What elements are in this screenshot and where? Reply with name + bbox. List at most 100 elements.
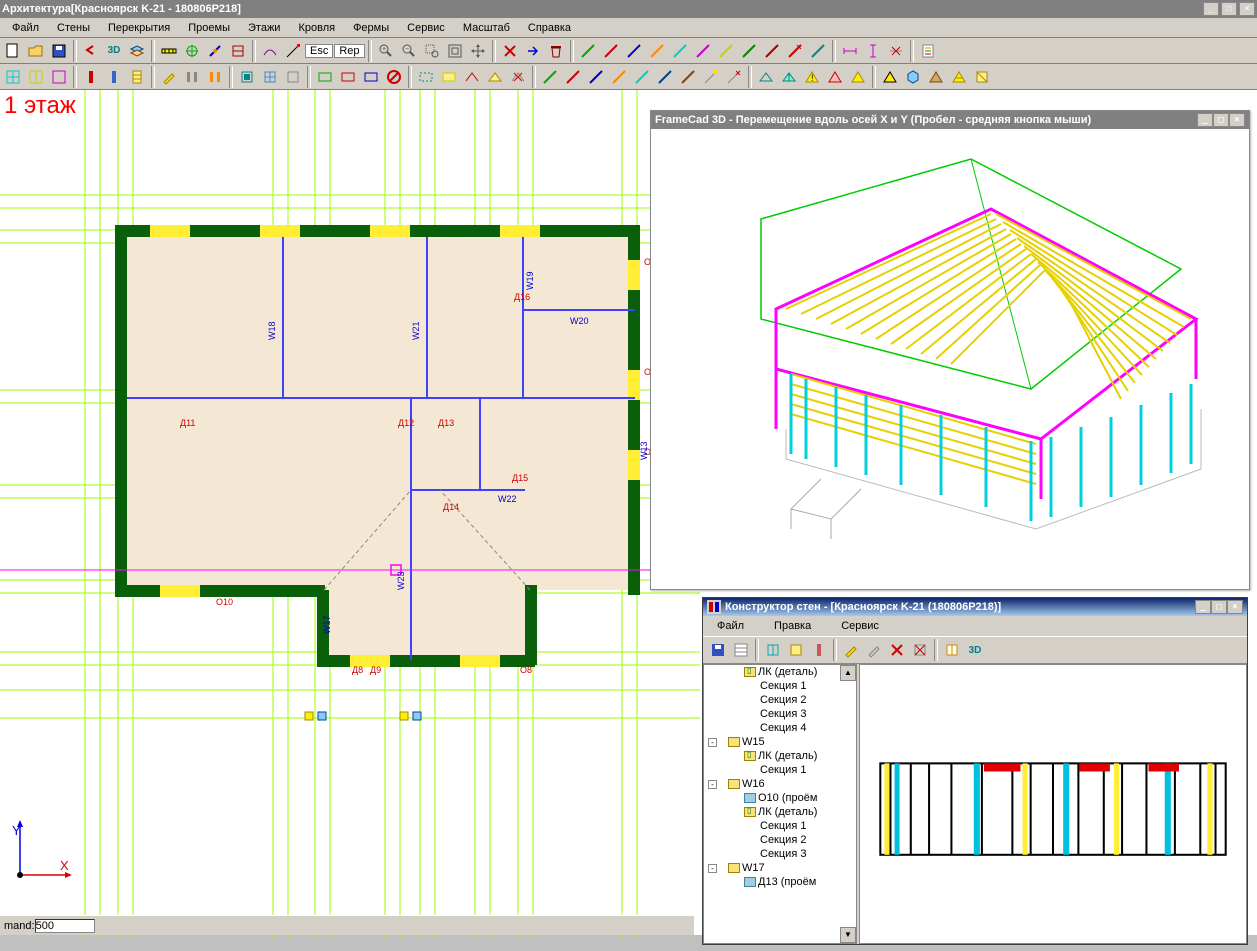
wall-tree[interactable]: ▲ ЛК (деталь)Секция 1Секция 2Секция 3Сек… <box>703 664 857 944</box>
tree-item[interactable]: Секция 2 <box>704 833 856 847</box>
zoom-area-icon[interactable] <box>421 40 443 62</box>
grid-magenta-icon[interactable] <box>48 66 70 88</box>
ww-window-icon[interactable] <box>762 639 784 661</box>
ln-red-icon[interactable] <box>562 66 584 88</box>
truss-del-icon[interactable] <box>507 66 529 88</box>
tool-icon-c[interactable] <box>227 40 249 62</box>
menu-service[interactable]: Сервис <box>399 20 453 36</box>
roof-yellow-icon[interactable] <box>438 66 460 88</box>
gable-yellow-icon[interactable] <box>948 66 970 88</box>
truss-warn2-icon[interactable] <box>847 66 869 88</box>
wallwin-titlebar[interactable]: Конструктор стен - [Красноярск K-21 (180… <box>703 598 1247 616</box>
line-red-icon[interactable] <box>600 40 622 62</box>
ln-orange-icon[interactable] <box>608 66 630 88</box>
line-blue-icon[interactable] <box>623 40 645 62</box>
tree-item[interactable]: -W17 <box>704 861 856 875</box>
ln-navy-icon[interactable] <box>654 66 676 88</box>
tree-toggle-icon[interactable]: - <box>708 738 717 747</box>
win3d-close-icon[interactable]: × <box>1229 113 1245 127</box>
win3d-minimize-icon[interactable]: _ <box>1197 113 1213 127</box>
tree-item[interactable]: ЛК (деталь) <box>704 805 856 819</box>
zoom-fit-icon[interactable] <box>444 40 466 62</box>
tool-icon-e[interactable] <box>282 40 304 62</box>
tree-item[interactable]: ЛК (деталь) <box>704 665 856 679</box>
ln-cyan-icon[interactable] <box>631 66 653 88</box>
half-sq-icon[interactable] <box>971 66 993 88</box>
win3d-maximize-icon[interactable]: □ <box>1213 113 1229 127</box>
menu-roof[interactable]: Кровля <box>290 20 343 36</box>
close-icon[interactable]: × <box>1239 2 1255 16</box>
ww-book-icon[interactable] <box>941 639 963 661</box>
zoom-out-icon[interactable]: − <box>398 40 420 62</box>
door-icon[interactable] <box>236 66 258 88</box>
ww-pencil2-icon[interactable] <box>863 639 885 661</box>
trash-icon[interactable] <box>545 40 567 62</box>
ln-del-icon[interactable] <box>723 66 745 88</box>
columns-orange-icon[interactable] <box>204 66 226 88</box>
ln-edit-icon[interactable] <box>700 66 722 88</box>
tree-item[interactable]: Секция 4 <box>704 721 856 735</box>
ww-3d-button[interactable]: 3D <box>964 639 986 661</box>
vbar-red-icon[interactable] <box>80 66 102 88</box>
no-entry-icon[interactable] <box>383 66 405 88</box>
ln-blue-icon[interactable] <box>585 66 607 88</box>
tree-scroll-down-icon[interactable]: ▼ <box>840 927 856 943</box>
dim-del-icon[interactable] <box>885 40 907 62</box>
menu-openings[interactable]: Проемы <box>180 20 238 36</box>
report-icon[interactable] <box>917 40 939 62</box>
tool-icon-d[interactable] <box>259 40 281 62</box>
tool-icon-a[interactable] <box>181 40 203 62</box>
rect-blue-icon[interactable] <box>360 66 382 88</box>
gable-fill-icon[interactable] <box>879 66 901 88</box>
menu-walls[interactable]: Стены <box>49 20 98 36</box>
tree-toggle-icon[interactable]: - <box>708 864 717 873</box>
framecad-3d-view[interactable] <box>651 129 1249 589</box>
ln-brown-icon[interactable] <box>677 66 699 88</box>
ww-detail-icon[interactable] <box>785 639 807 661</box>
layers-icon[interactable] <box>126 40 148 62</box>
three-d-button[interactable]: 3D <box>103 40 125 62</box>
tree-item[interactable]: -W16 <box>704 777 856 791</box>
menu-help[interactable]: Справка <box>520 20 579 36</box>
measure-icon[interactable] <box>158 40 180 62</box>
line-green-icon[interactable] <box>577 40 599 62</box>
rep-button[interactable]: Rep <box>334 44 364 58</box>
truss-red-icon[interactable] <box>824 66 846 88</box>
dim-h-icon[interactable] <box>839 40 861 62</box>
wallwin-menu-edit[interactable]: Правка <box>766 618 819 634</box>
tree-item[interactable]: Секция 1 <box>704 819 856 833</box>
menu-trusses[interactable]: Фермы <box>345 20 397 36</box>
wall-elevation-view[interactable] <box>859 664 1247 944</box>
ww-table-icon[interactable] <box>730 639 752 661</box>
line-green2-icon[interactable] <box>738 40 760 62</box>
ww-delete-sq-icon[interactable] <box>909 639 931 661</box>
menu-storeys[interactable]: Этажи <box>240 20 288 36</box>
ww-bar-icon[interactable] <box>808 639 830 661</box>
tree-item[interactable]: Секция 2 <box>704 693 856 707</box>
line-teal-icon[interactable] <box>807 40 829 62</box>
truss-outline-icon[interactable] <box>755 66 777 88</box>
blue-arrow-icon[interactable] <box>522 40 544 62</box>
tree-item[interactable]: Д13 (проём <box>704 875 856 889</box>
tree-item[interactable]: Секция 3 <box>704 847 856 861</box>
tree-item[interactable]: Секция 3 <box>704 707 856 721</box>
pencil-icon[interactable] <box>158 66 180 88</box>
tree-item[interactable]: Секция 1 <box>704 679 856 693</box>
framecad-3d-window[interactable]: FrameCad 3D - Перемещение вдоль осей X и… <box>650 110 1250 590</box>
line-orange-icon[interactable] <box>646 40 668 62</box>
columns-small-icon[interactable] <box>181 66 203 88</box>
win3d-titlebar[interactable]: FrameCad 3D - Перемещение вдоль осей X и… <box>651 111 1249 129</box>
tree-item[interactable]: -W15 <box>704 735 856 749</box>
line-red2-icon[interactable] <box>761 40 783 62</box>
menu-floors[interactable]: Перекрытия <box>100 20 178 36</box>
rect-green-icon[interactable] <box>314 66 336 88</box>
maximize-icon[interactable]: ❐ <box>1221 2 1237 16</box>
tree-toggle-icon[interactable]: - <box>708 780 717 789</box>
minimize-icon[interactable]: _ <box>1203 2 1219 16</box>
red-cross-icon[interactable] <box>499 40 521 62</box>
menu-file[interactable]: Файл <box>4 20 47 36</box>
open-file-icon[interactable] <box>25 40 47 62</box>
ww-pencil-icon[interactable] <box>840 639 862 661</box>
ww-delete-icon[interactable] <box>886 639 908 661</box>
save-icon[interactable] <box>48 40 70 62</box>
